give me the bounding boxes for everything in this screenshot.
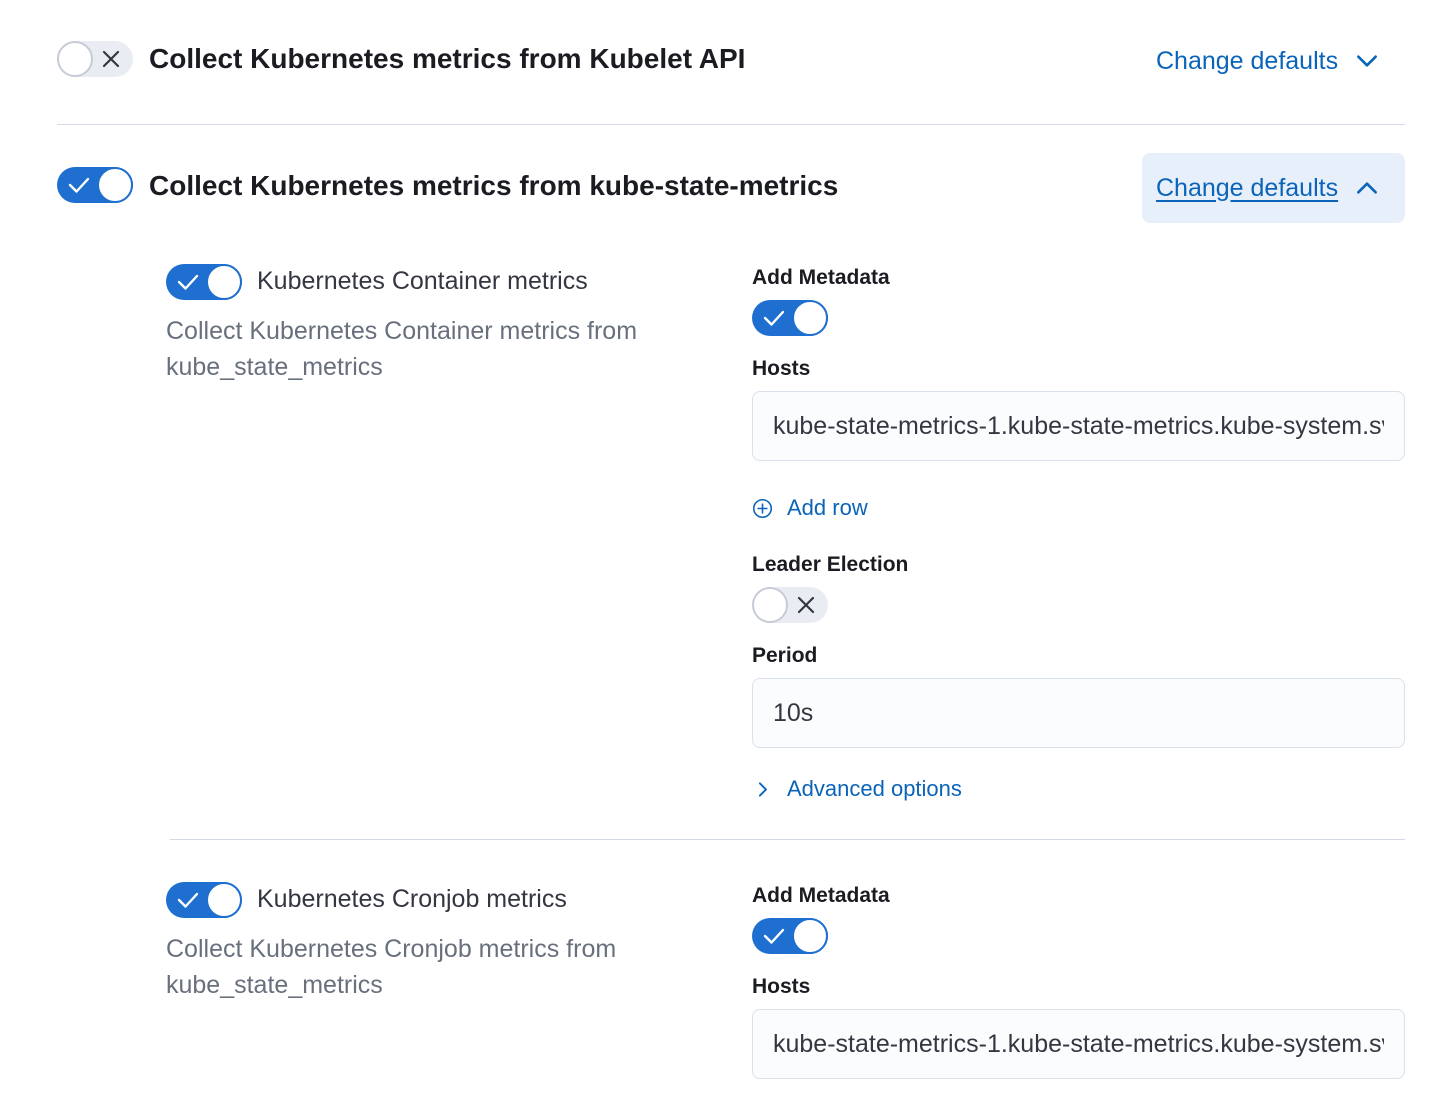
switch-knob (792, 300, 828, 336)
kubelet-api-toggle[interactable] (57, 41, 133, 77)
hosts-label: Hosts (752, 357, 811, 380)
check-icon (177, 274, 199, 290)
switch-knob (57, 41, 93, 77)
advanced-options-label: Advanced options (787, 776, 962, 801)
stream-title-kube-state-metrics: Collect Kubernetes metrics from kube-sta… (149, 170, 839, 201)
add-metadata-label: Add Metadata (752, 884, 890, 907)
kube-state-metrics-toggle[interactable] (57, 167, 133, 203)
leader-election-label: Leader Election (752, 553, 909, 576)
period-label: Period (752, 644, 818, 667)
switch-knob (792, 918, 828, 954)
data-stream-description-cronjob: Collect Kubernetes Cronjob metrics from … (166, 935, 617, 999)
check-icon (177, 892, 199, 908)
hosts-input[interactable] (752, 1009, 1405, 1079)
data-stream-divider (170, 839, 1405, 840)
cross-icon (102, 50, 120, 68)
data-stream-title-cronjob: Kubernetes Cronjob metrics (257, 885, 567, 913)
add-metadata-label: Add Metadata (752, 266, 890, 289)
switch-knob (97, 167, 133, 203)
add-metadata-toggle[interactable] (752, 300, 828, 336)
cross-icon (797, 596, 815, 614)
hosts-label: Hosts (752, 975, 811, 998)
chevron-up-icon (1357, 182, 1378, 194)
leader-election-toggle[interactable] (752, 587, 828, 623)
cronjob-metrics-toggle[interactable] (166, 882, 242, 918)
data-stream-description-container: Collect Kubernetes Container metrics fro… (166, 317, 638, 381)
chevron-right-icon (758, 781, 767, 797)
switch-knob (752, 587, 788, 623)
stream-title-kubelet-api: Collect Kubernetes metrics from Kubelet … (149, 43, 746, 74)
change-defaults-button-kubelet[interactable]: Change defaults (1142, 27, 1394, 95)
switch-knob (206, 882, 242, 918)
change-defaults-label: Change defaults (1156, 173, 1339, 202)
chevron-down-icon (1357, 55, 1378, 67)
hosts-input[interactable] (752, 391, 1405, 461)
switch-knob (206, 264, 242, 300)
container-metrics-toggle[interactable] (166, 264, 242, 300)
check-icon (763, 310, 785, 326)
section-divider (57, 124, 1405, 125)
data-stream-title-container: Kubernetes Container metrics (257, 267, 588, 295)
check-icon (763, 928, 785, 944)
change-defaults-label: Change defaults (1156, 46, 1339, 75)
period-input[interactable] (752, 678, 1405, 748)
add-metadata-toggle[interactable] (752, 918, 828, 954)
plus-in-circle-icon (752, 498, 773, 518)
check-icon (68, 177, 90, 193)
advanced-options-button[interactable]: Advanced options (752, 776, 962, 802)
add-row-button[interactable]: Add row (752, 495, 868, 521)
change-defaults-button-kube-state[interactable]: Change defaults (1142, 153, 1405, 223)
add-row-label: Add row (787, 495, 868, 520)
